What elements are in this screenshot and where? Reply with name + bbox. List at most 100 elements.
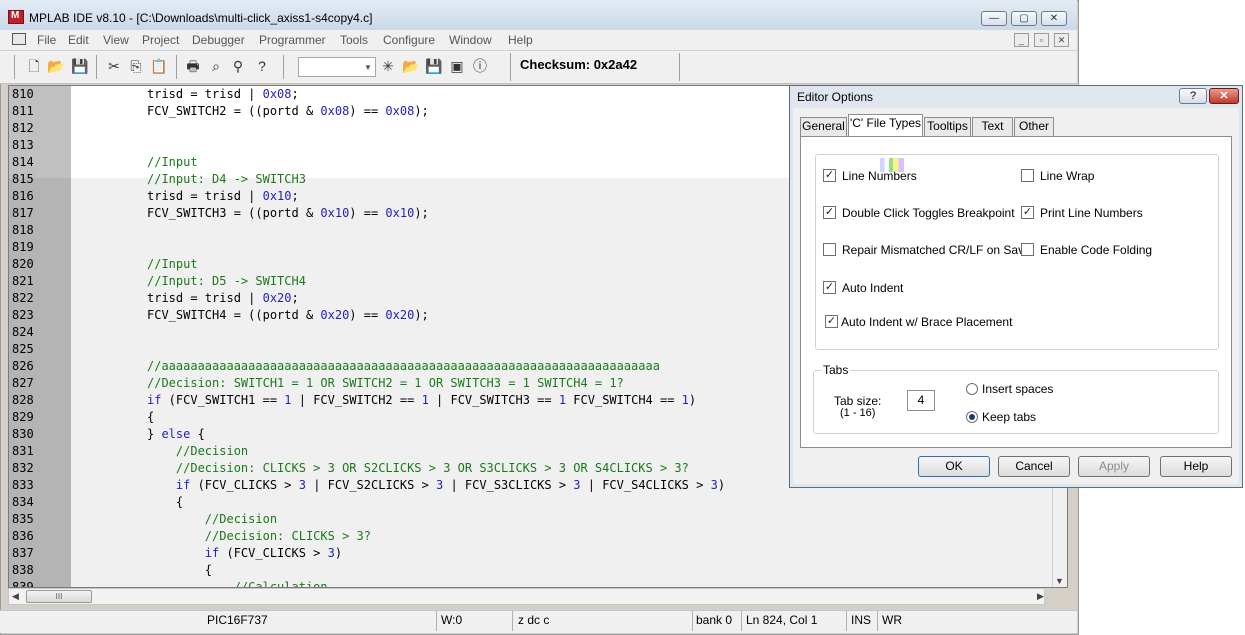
new-project-icon[interactable]: ✳ (380, 58, 396, 74)
code-line[interactable]: FCV_SWITCH4 = ((portd & 0x20) == 0x20); (147, 308, 429, 322)
horizontal-scroll-thumb[interactable]: III (26, 590, 92, 603)
line-numbers-checkbox[interactable]: ✓ (823, 169, 836, 182)
code-line[interactable]: FCV_SWITCH2 = ((portd & 0x08) == 0x08); (147, 104, 429, 118)
insert-spaces-label: Insert spaces (982, 382, 1054, 396)
status-insert-mode: INS (851, 613, 872, 627)
cut-icon[interactable]: ✂ (106, 58, 122, 74)
tab-text[interactable]: Text (972, 117, 1013, 136)
menu-project[interactable]: Project (142, 33, 179, 47)
tab-c-file-types[interactable]: 'C' File Types (848, 114, 923, 137)
menu-edit[interactable]: Edit (68, 33, 89, 47)
print-icon[interactable]: 🖶 (185, 58, 201, 74)
code-line[interactable]: { (147, 410, 154, 424)
menu-view[interactable]: View (103, 33, 129, 47)
horizontal-scrollbar[interactable] (8, 588, 1045, 605)
code-folding-checkbox[interactable] (1021, 243, 1034, 256)
menu-programmer[interactable]: Programmer (259, 33, 326, 47)
code-line[interactable]: //Decision: CLICKS > 3? (147, 529, 371, 543)
code-line[interactable]: trisd = trisd | 0x08; (147, 87, 299, 101)
tab-other[interactable]: Other (1014, 117, 1054, 136)
code-line[interactable]: { (147, 495, 183, 509)
code-line[interactable]: //Decision: CLICKS > 3 OR S2CLICKS > 3 O… (147, 461, 689, 475)
mdi-close-button[interactable]: ✕ (1054, 33, 1069, 47)
double-click-breakpoint-label: Double Click Toggles Breakpoint (842, 206, 1015, 220)
save-icon[interactable]: 💾 (71, 58, 88, 74)
save-project-icon[interactable]: 💾 (425, 58, 442, 74)
menu-window[interactable]: Window (449, 33, 492, 47)
paste-icon[interactable]: 📋 (150, 58, 167, 74)
mdi-restore-button[interactable]: ▫ (1034, 33, 1049, 47)
code-line[interactable]: if (FCV_CLICKS > 3 | FCV_S2CLICKS > 3 | … (147, 478, 725, 492)
menu-debugger[interactable]: Debugger (192, 33, 245, 47)
window-title: MPLAB IDE v8.10 - [C:\Downloads\multi-cl… (29, 11, 373, 25)
repair-crlf-checkbox[interactable] (823, 243, 836, 256)
minimize-button[interactable]: — (981, 11, 1007, 26)
mdi-minimize-button[interactable]: _ (1014, 33, 1029, 47)
scroll-down-icon[interactable]: ▼ (1055, 576, 1064, 586)
checksum-display: Checksum: 0x2a42 (520, 57, 638, 72)
new-file-icon[interactable]: 🗋 (26, 58, 42, 74)
cancel-button[interactable]: Cancel (998, 456, 1070, 477)
find-icon[interactable]: ⌕ (208, 58, 224, 74)
dialog-help-button[interactable]: ? (1179, 88, 1207, 104)
scroll-right-icon[interactable]: ▶ (1037, 591, 1044, 602)
code-line[interactable]: //Input (147, 155, 198, 169)
line-number: 833 (12, 478, 34, 492)
document-icon[interactable] (12, 33, 26, 45)
line-number: 812 (12, 121, 34, 135)
code-line[interactable]: if (FCV_CLICKS > 3) (147, 546, 342, 560)
code-line[interactable]: //Decision (147, 444, 248, 458)
tab-general[interactable]: General (800, 117, 847, 136)
help-question-icon[interactable]: ? (254, 58, 270, 74)
scroll-left-icon[interactable]: ◀ (12, 591, 19, 602)
status-separator (741, 611, 742, 631)
code-line[interactable]: //Input: D5 -> SWITCH4 (147, 274, 306, 288)
menu-configure[interactable]: Configure (383, 33, 435, 47)
keep-tabs-radio[interactable] (966, 411, 978, 423)
status-cursor-position: Ln 824, Col 1 (746, 613, 818, 627)
code-line[interactable]: //aaaaaaaaaaaaaaaaaaaaaaaaaaaaaaaaaaaaaa… (147, 359, 660, 373)
status-separator (877, 611, 878, 631)
close-button[interactable]: ✕ (1041, 11, 1067, 26)
line-wrap-checkbox[interactable] (1021, 169, 1034, 182)
menu-tools[interactable]: Tools (340, 33, 368, 47)
tab-size-input[interactable]: 4 (907, 390, 935, 411)
apply-button[interactable]: Apply (1078, 456, 1150, 477)
menu-help[interactable]: Help (508, 33, 533, 47)
print-line-numbers-checkbox[interactable]: ✓ (1021, 206, 1034, 219)
ok-button[interactable]: OK (918, 456, 990, 477)
code-line[interactable]: //Calculation (147, 580, 328, 587)
chevron-down-icon[interactable]: ▼ (364, 63, 372, 72)
mplab-app-icon[interactable] (8, 10, 24, 24)
insert-spaces-radio[interactable] (966, 383, 978, 395)
auto-indent-brace-checkbox[interactable]: ✓ (825, 315, 838, 328)
code-line[interactable]: if (FCV_SWITCH1 == 1 | FCV_SWITCH2 == 1 … (147, 393, 696, 407)
line-number: 821 (12, 274, 34, 288)
code-line[interactable]: FCV_SWITCH3 = ((portd & 0x10) == 0x10); (147, 206, 429, 220)
code-line[interactable]: //Input: D4 -> SWITCH3 (147, 172, 306, 186)
tab-tooltips[interactable]: Tooltips (924, 117, 971, 136)
open-project-icon[interactable]: 📂 (402, 58, 419, 74)
code-line[interactable]: trisd = trisd | 0x10; (147, 189, 299, 203)
help-button[interactable]: Help (1160, 456, 1232, 477)
code-line[interactable]: } else { (147, 427, 205, 441)
code-line[interactable]: //Decision: SWITCH1 = 1 OR SWITCH2 = 1 O… (147, 376, 624, 390)
copy-icon[interactable]: ⎘ (128, 58, 144, 74)
code-line[interactable]: trisd = trisd | 0x20; (147, 291, 299, 305)
line-number: 818 (12, 223, 34, 237)
project-settings-icon[interactable]: ▣ (449, 58, 465, 74)
code-line[interactable]: { (147, 563, 212, 577)
double-click-breakpoint-checkbox[interactable]: ✓ (823, 206, 836, 219)
toolbar-separator (14, 55, 15, 79)
code-line[interactable]: //Decision (147, 512, 277, 526)
find-in-files-icon[interactable]: ⚲ (230, 58, 246, 74)
info-icon[interactable]: ⓘ (472, 58, 488, 74)
code-folding-label: Enable Code Folding (1040, 243, 1153, 257)
open-folder-icon[interactable]: 📂 (47, 58, 64, 74)
maximize-button[interactable]: ▢ (1011, 11, 1037, 26)
menu-file[interactable]: File (37, 33, 56, 47)
dialog-close-button[interactable]: ✕ (1209, 88, 1239, 104)
code-line[interactable]: //Input (147, 257, 198, 271)
auto-indent-checkbox[interactable]: ✓ (823, 281, 836, 294)
line-number: 832 (12, 461, 34, 475)
